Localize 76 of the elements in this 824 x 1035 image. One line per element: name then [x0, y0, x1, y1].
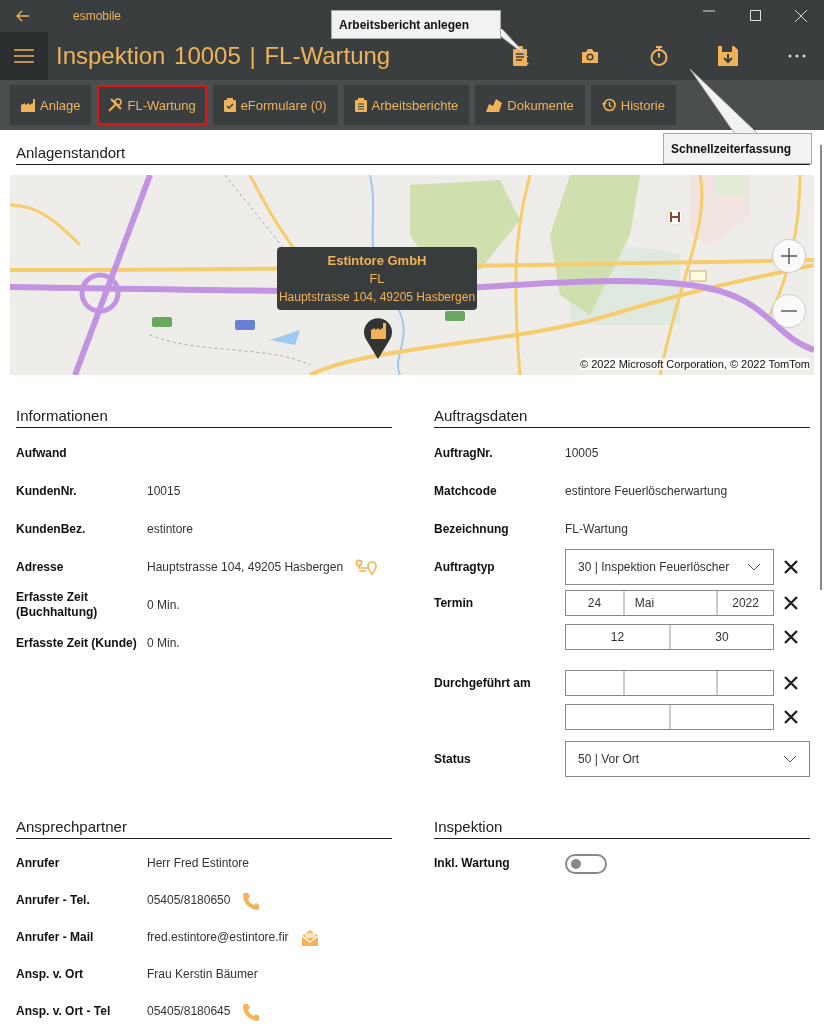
plus-icon [781, 248, 797, 264]
clipboard-icon [354, 98, 367, 112]
field-label: Status [434, 751, 472, 767]
clear-icon[interactable] [784, 596, 798, 610]
map-copyright: © 2022 Microsoft Corporation, © 2022 TomTom [580, 358, 810, 370]
field-value: 0 Min. [147, 635, 180, 651]
section-heading: Inspektion [434, 818, 810, 839]
field-label: KundenBez. [16, 521, 87, 537]
section-heading: Ansprechpartner [16, 818, 392, 839]
back-arrow-icon[interactable] [16, 10, 30, 22]
field-value: 10015 [147, 483, 181, 499]
chevron-down-icon [783, 755, 797, 763]
tab[interactable]: FL-Wartung [97, 85, 207, 125]
clear-icon[interactable] [784, 676, 798, 690]
clear-icon[interactable] [784, 560, 798, 574]
date-field[interactable]: 24 Mai 2022 [565, 590, 774, 616]
tab[interactable]: eFormulare (0) [212, 85, 338, 125]
popup-address: Hauptstrasse 104, 49205 Hasbergen [277, 289, 477, 306]
chevron-down-icon [747, 563, 761, 571]
clear-icon[interactable] [784, 710, 798, 724]
tab[interactable]: Arbeitsberichte [343, 85, 470, 125]
field-label: Bezeichnung [434, 521, 510, 537]
time-field[interactable]: 12 30 [565, 624, 774, 650]
field-label: Auftragtyp [434, 559, 496, 575]
toggle-switch[interactable] [565, 853, 607, 874]
section-heading: Auftragsdaten [434, 407, 810, 428]
popup-subtitle: FL [368, 270, 386, 288]
field-label: Erfasste Zeit (Buchhaltung) [16, 590, 99, 620]
field-label: Anrufer [16, 856, 61, 871]
popup-title: Estintore GmbH [326, 252, 428, 270]
tab[interactable]: Anlage [10, 85, 92, 125]
clipboard-check-icon [223, 98, 236, 112]
field-value: Frau Kerstin Bäumer [147, 967, 258, 982]
field-label: Termin [434, 595, 475, 611]
field-label: Ansp. v. Ort - Tel [16, 1004, 112, 1019]
field-value: fred.estintore@estintore.fir [147, 930, 289, 945]
date-field[interactable] [565, 670, 774, 696]
field-label: Durchgeführt am [434, 675, 532, 691]
tools-icon [108, 98, 123, 112]
section-heading: Informationen [16, 407, 392, 428]
tooltip: Schnellzeiterfassung [663, 133, 812, 164]
field-value: 0 Min. [147, 597, 180, 613]
scrollbar-thumb[interactable] [820, 145, 822, 590]
field-value: estintore Feuerlöscherwartung [565, 483, 728, 499]
field-label: Inkl. Wartung [434, 856, 511, 871]
field-label: Anrufer - Mail [16, 930, 95, 945]
history-icon [601, 98, 616, 112]
field-label: Erfasste Zeit (Kunde) [16, 635, 138, 651]
menu-button[interactable] [0, 32, 48, 80]
field-value: 05405/8180650 [147, 893, 231, 908]
field-value: FL-Wartung [565, 521, 628, 537]
dropdown[interactable]: 30 | Inspektion Feuerlöscher [565, 549, 774, 585]
clear-icon[interactable] [784, 630, 798, 644]
field-label: Ansp. v. Ort [16, 967, 85, 982]
dropdown[interactable]: 50 | Vor Ort [565, 741, 810, 777]
field-value: Herr Fred Estintore [147, 856, 250, 871]
field-label: Matchcode [434, 483, 498, 499]
field-label: KundenNr. [16, 483, 78, 499]
tab[interactable]: Dokumente [475, 85, 585, 125]
field-label: Aufwand [16, 445, 68, 461]
page-title: Inspektion 10005 | FL-Wartung [56, 42, 392, 70]
field-label: Adresse [16, 559, 65, 575]
field-value: estintore [147, 521, 194, 537]
app-name: esmobile [73, 9, 122, 23]
field-label: Anrufer - Tel. [16, 893, 91, 908]
menu-icon [14, 49, 34, 63]
field-label: AuftragNr. [434, 445, 494, 461]
field-value: 10005 [565, 445, 599, 461]
time-field[interactable] [565, 704, 774, 730]
tab[interactable]: Historie [590, 85, 676, 125]
field-value: 05405/8180645 [147, 1004, 231, 1019]
field-value: Hauptstrasse 104, 49205 Hasbergen [147, 559, 344, 575]
tooltip: Arbeitsbericht anlegen [331, 10, 501, 39]
map-drawing[interactable] [10, 175, 814, 375]
minus-icon [781, 310, 797, 312]
factory-icon [21, 98, 35, 112]
